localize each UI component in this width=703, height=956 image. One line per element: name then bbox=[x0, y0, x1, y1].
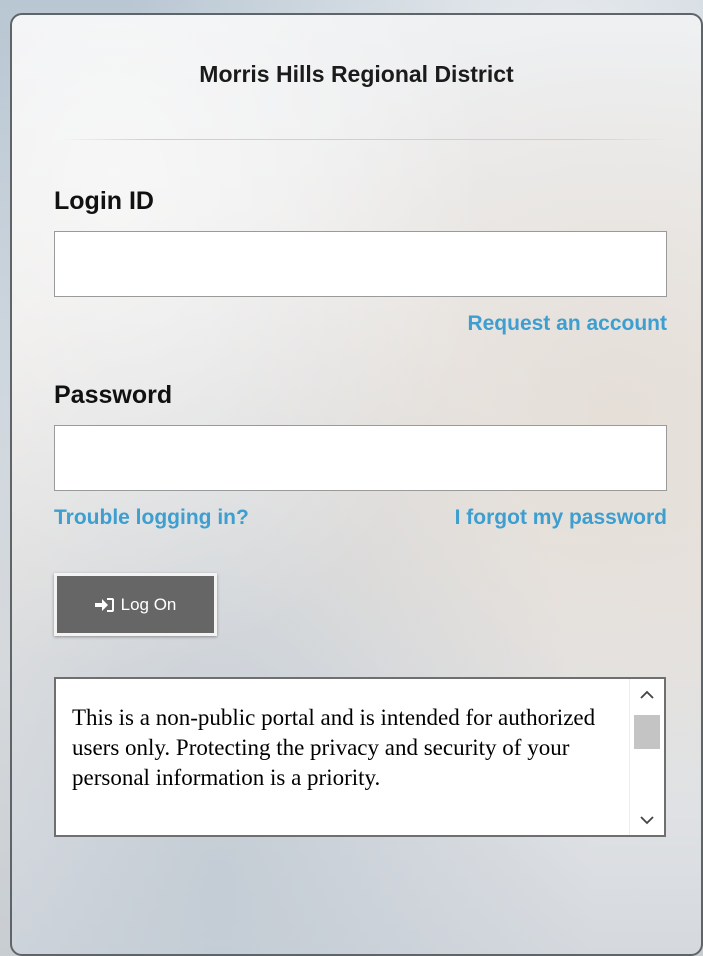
notice-scrollbar[interactable] bbox=[629, 679, 664, 835]
request-account-link[interactable]: Request an account bbox=[467, 312, 667, 336]
scroll-down-icon[interactable] bbox=[630, 807, 664, 833]
password-input[interactable] bbox=[54, 425, 667, 491]
sign-in-icon bbox=[94, 597, 115, 613]
scroll-thumb[interactable] bbox=[634, 715, 660, 749]
login-id-input[interactable] bbox=[54, 231, 667, 297]
privacy-notice-box[interactable]: This is a non-public portal and is inten… bbox=[54, 677, 666, 837]
header-divider bbox=[60, 139, 670, 140]
forgot-password-link[interactable]: I forgot my password bbox=[455, 506, 667, 530]
password-label: Password bbox=[54, 381, 173, 409]
login-id-label: Login ID bbox=[54, 187, 154, 215]
scroll-up-icon[interactable] bbox=[630, 681, 664, 707]
log-on-label: Log On bbox=[120, 594, 177, 614]
privacy-notice-text: This is a non-public portal and is inten… bbox=[72, 705, 596, 790]
login-panel: Morris Hills Regional District Login ID … bbox=[10, 13, 703, 956]
trouble-logging-in-link[interactable]: Trouble logging in? bbox=[54, 506, 249, 530]
district-title: Morris Hills Regional District bbox=[199, 61, 514, 87]
log-on-button[interactable]: Log On bbox=[54, 573, 217, 636]
